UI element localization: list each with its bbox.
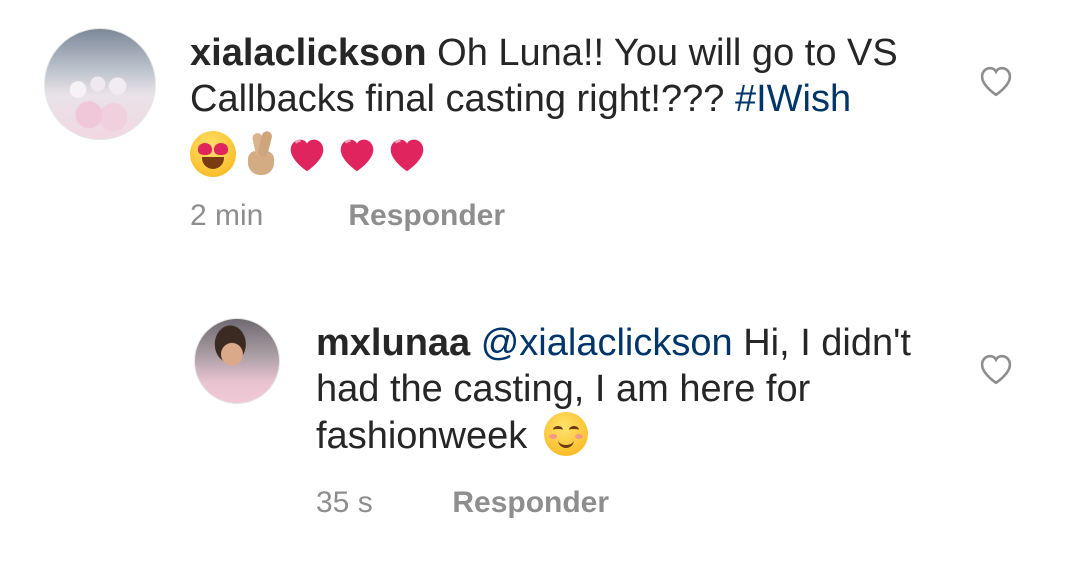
comment-meta: 35 s Responder <box>316 485 609 521</box>
emoji-row <box>190 130 430 178</box>
reply-button[interactable]: Responder <box>348 199 505 232</box>
smiling-face-emoji-icon <box>543 412 588 456</box>
heart-outline-icon <box>980 354 1012 385</box>
red-heart-emoji-icon <box>384 131 430 177</box>
heart-outline-icon <box>980 66 1012 97</box>
heart-eyes-emoji-icon <box>190 131 236 177</box>
avatar[interactable] <box>44 28 156 140</box>
like-button[interactable] <box>976 62 1016 98</box>
like-button[interactable] <box>976 350 1016 386</box>
red-heart-emoji-icon <box>334 131 380 177</box>
avatar[interactable] <box>194 318 280 404</box>
comment-username[interactable]: xialaclickson <box>190 32 427 74</box>
comment-time: 35 s <box>316 486 373 519</box>
reply-comment: mxlunaa @xialaclickson Hi, I didn't had … <box>0 300 1080 560</box>
crossed-fingers-emoji-icon <box>240 130 280 177</box>
comment-text: xialaclickson Oh Luna!! You will go to V… <box>190 30 950 122</box>
comment: xialaclickson Oh Luna!! You will go to V… <box>0 0 1080 260</box>
reply-button[interactable]: Responder <box>452 486 609 519</box>
comment-text: mxlunaa @xialaclickson Hi, I didn't had … <box>316 320 936 459</box>
comment-meta: 2 min Responder <box>190 198 505 234</box>
hashtag-link[interactable]: #IWish <box>735 78 851 120</box>
comment-username[interactable]: mxlunaa <box>316 322 470 364</box>
mention-link[interactable]: @xialaclickson <box>481 322 733 364</box>
red-heart-emoji-icon <box>284 131 330 177</box>
comment-time: 2 min <box>190 199 264 232</box>
